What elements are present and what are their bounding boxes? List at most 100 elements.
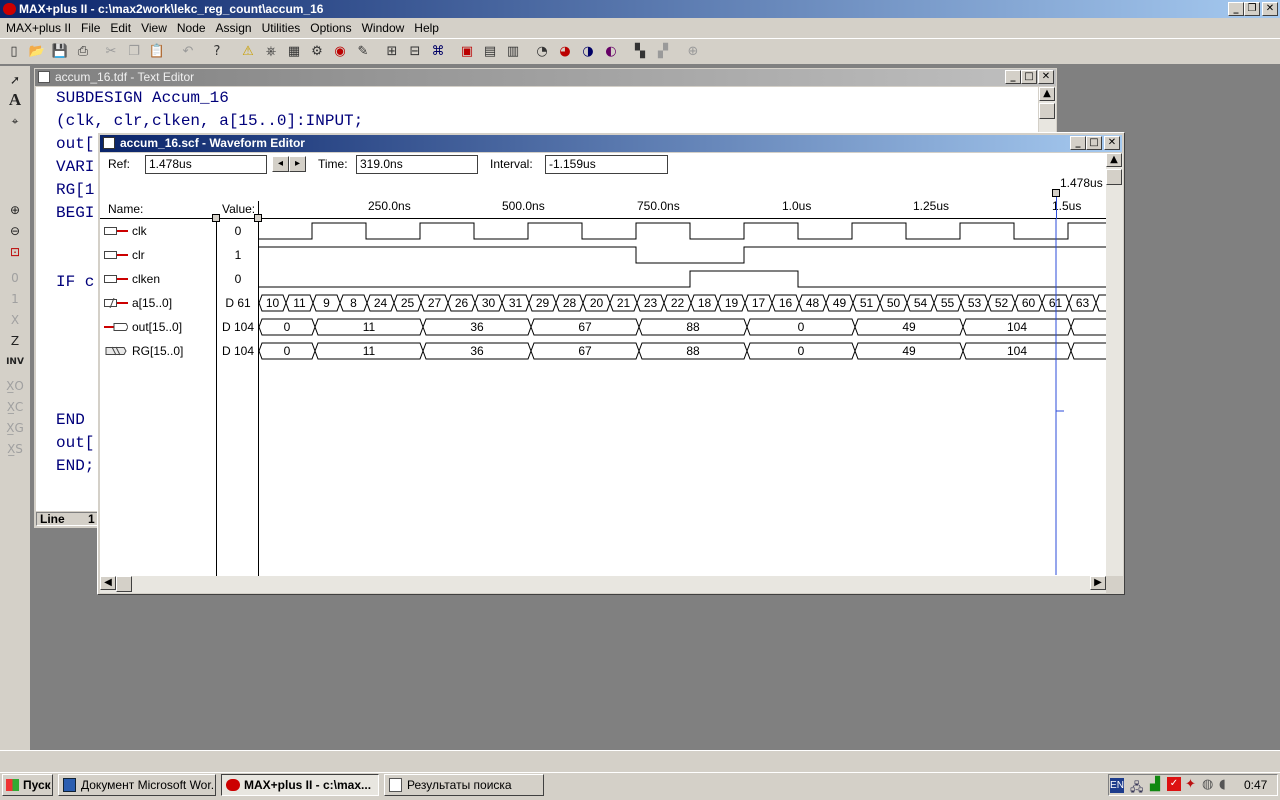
- find-node-ba-icon[interactable]: ◕: [554, 40, 576, 62]
- floorplan-icon[interactable]: ▦: [283, 40, 305, 62]
- timing-analyzer-icon[interactable]: ✎: [352, 40, 374, 62]
- find-node-icon[interactable]: ◔: [531, 40, 553, 62]
- invert-icon[interactable]: INV: [4, 352, 26, 372]
- zoom-search-icon[interactable]: ⊕: [682, 40, 704, 62]
- cascade-windows-icon[interactable]: ▞: [652, 40, 674, 62]
- minimize-button[interactable]: _: [1228, 2, 1244, 16]
- menu-window[interactable]: Window: [357, 19, 410, 37]
- menu-assign[interactable]: Assign: [211, 19, 257, 37]
- menu-node[interactable]: Node: [172, 19, 211, 37]
- scroll-right-button[interactable]: ▶: [1090, 576, 1106, 590]
- language-indicator[interactable]: EN: [1110, 778, 1124, 793]
- close-button[interactable]: ✕: [1262, 2, 1278, 16]
- waveform-maximize-button[interactable]: □: [1086, 136, 1102, 150]
- waveform-hscrollbar[interactable]: ◀ ▶: [100, 576, 1106, 593]
- signal-strength-icon[interactable]: ▟: [1150, 777, 1160, 792]
- simulate-icon[interactable]: ▤: [479, 40, 501, 62]
- restore-button[interactable]: ❐: [1244, 2, 1260, 16]
- overwrite-state-icon[interactable]: X̲S: [4, 439, 26, 459]
- find-location-icon[interactable]: ◐: [600, 40, 622, 62]
- ref-prev-button[interactable]: ◂: [272, 156, 289, 172]
- fit-window-icon[interactable]: ⊡: [4, 242, 26, 262]
- waveform-vscrollbar[interactable]: ▲: [1106, 153, 1123, 576]
- compiler-icon[interactable]: ⚙: [306, 40, 328, 62]
- taskbar-button-word[interactable]: Документ Microsoft Wor...: [58, 774, 216, 796]
- program-icon[interactable]: ▥: [502, 40, 524, 62]
- overwrite-group-icon[interactable]: X̲G: [4, 418, 26, 438]
- set-highz-icon[interactable]: Z: [4, 331, 26, 351]
- scroll-thumb[interactable]: [1039, 103, 1055, 119]
- tile-windows-icon[interactable]: ▚: [629, 40, 651, 62]
- start-button[interactable]: Пуск: [2, 774, 53, 796]
- app-icon: [3, 3, 16, 15]
- print-icon[interactable]: ⎙: [72, 40, 94, 62]
- project-hierarchy-icon[interactable]: ⊞: [381, 40, 403, 62]
- open-folder-icon[interactable]: 📂: [26, 40, 48, 62]
- update-icon[interactable]: ◍: [1202, 777, 1213, 792]
- menu-options[interactable]: Options: [305, 19, 356, 37]
- menu-view[interactable]: View: [136, 19, 172, 37]
- code-line: (clk, clr,clken, a[15..0]:INPUT;: [56, 112, 364, 130]
- copy-icon[interactable]: ❐: [123, 40, 145, 62]
- scroll-thumb[interactable]: [116, 576, 132, 592]
- waveform-minimize-button[interactable]: _: [1070, 136, 1086, 150]
- antivirus-icon[interactable]: ✓: [1167, 777, 1181, 791]
- undo-icon[interactable]: ↶: [177, 40, 199, 62]
- security-icon[interactable]: ✦: [1185, 777, 1196, 792]
- buried-node-icon: [105, 346, 127, 356]
- text-editor-minimize-button[interactable]: _: [1005, 70, 1021, 84]
- menu-file[interactable]: File: [76, 19, 105, 37]
- text-editor-maximize-button[interactable]: □: [1021, 70, 1037, 84]
- waveform-titlebar[interactable]: accum_16.scf - Waveform Editor _ □ ✕: [100, 135, 1122, 152]
- scroll-thumb[interactable]: [1106, 169, 1122, 185]
- a-bus-value-label: 11: [293, 296, 306, 310]
- overwrite-clock-icon[interactable]: X̲O: [4, 376, 26, 396]
- zoom-in-icon[interactable]: ⊕: [4, 200, 26, 220]
- ref-field[interactable]: 1.478us: [145, 155, 267, 174]
- set-low-icon[interactable]: 0: [4, 268, 26, 288]
- waveform-close-button[interactable]: ✕: [1104, 136, 1120, 150]
- text-tool-icon[interactable]: A: [4, 90, 26, 110]
- set-unknown-icon[interactable]: X: [4, 310, 26, 330]
- project-top-icon[interactable]: ⊟: [404, 40, 426, 62]
- simulator-icon[interactable]: ◉: [329, 40, 351, 62]
- set-high-icon[interactable]: 1: [4, 289, 26, 309]
- scroll-left-button[interactable]: ◀: [100, 576, 116, 590]
- ref-next-button[interactable]: ▸: [289, 156, 306, 172]
- time-field[interactable]: 319.0ns: [356, 155, 478, 174]
- overwrite-count-icon[interactable]: X̲C: [4, 397, 26, 417]
- interval-field[interactable]: -1.159us: [545, 155, 668, 174]
- text-editor-titlebar[interactable]: accum_16.tdf - Text Editor _ □ ✕: [35, 69, 1056, 86]
- taskbar-button-search[interactable]: Результаты поиска: [384, 774, 544, 796]
- hierarchy-display-icon[interactable]: ⎈: [260, 40, 282, 62]
- waveform-plot[interactable]: 10 11 9 8 24 25 27 26 30 31 29 28 20 21 23 22 18 19 17 16 48…: [259, 219, 1106, 575]
- menu-edit[interactable]: Edit: [105, 19, 136, 37]
- save-icon[interactable]: 💾: [49, 40, 71, 62]
- new-file-icon[interactable]: ▯: [3, 40, 25, 62]
- menu-maxplus[interactable]: MAX+plus II: [1, 19, 76, 37]
- a-bus-value-label: 23: [644, 296, 658, 310]
- node-tool-icon[interactable]: ⌖: [4, 111, 26, 131]
- reference-cursor-handle[interactable]: [1052, 189, 1060, 197]
- hierarchy-tree-icon[interactable]: ⌘: [427, 40, 449, 62]
- help-pointer-icon[interactable]: ?: [206, 40, 228, 62]
- out-bus-value-label: 0: [798, 320, 805, 334]
- cut-icon[interactable]: ✂: [100, 40, 122, 62]
- paste-icon[interactable]: 📋: [146, 40, 168, 62]
- zoom-out-icon[interactable]: ⊖: [4, 221, 26, 241]
- menu-help[interactable]: Help: [409, 19, 444, 37]
- find-clique-icon[interactable]: ◑: [577, 40, 599, 62]
- menu-utilities[interactable]: Utilities: [257, 19, 306, 37]
- volume-icon[interactable]: ◖: [1219, 777, 1226, 792]
- app-titlebar[interactable]: MAX+plus II - c:\max2work\lekc_reg_count…: [0, 0, 1280, 18]
- text-editor-close-button[interactable]: ✕: [1038, 70, 1054, 84]
- warning-icon[interactable]: ⚠: [237, 40, 259, 62]
- compile-icon[interactable]: ▣: [456, 40, 478, 62]
- select-arrow-icon[interactable]: ➚: [4, 70, 26, 90]
- resize-grip[interactable]: [1106, 576, 1123, 593]
- scroll-up-button[interactable]: ▲: [1106, 153, 1122, 167]
- network-icon[interactable]: 🖧: [1130, 778, 1143, 799]
- clock[interactable]: 0:47: [1244, 778, 1267, 792]
- taskbar-button-maxplus[interactable]: MAX+plus II - c:\max...: [221, 774, 379, 796]
- scroll-up-button[interactable]: ▲: [1039, 87, 1055, 101]
